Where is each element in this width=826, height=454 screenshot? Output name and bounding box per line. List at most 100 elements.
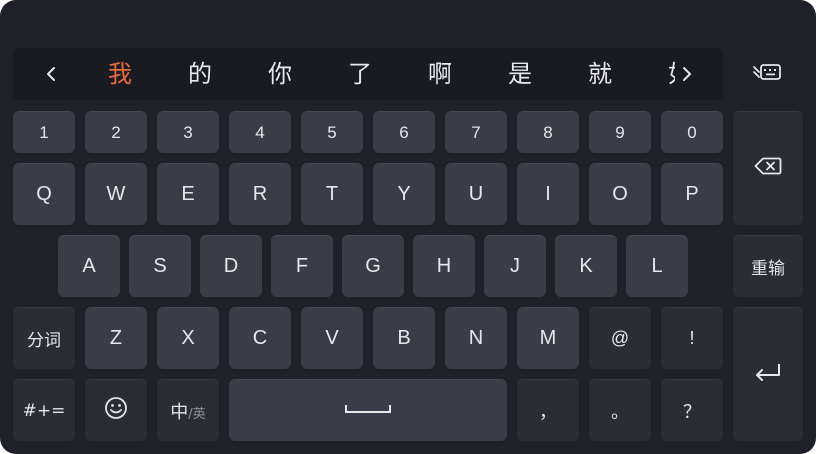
key-3[interactable]: 3 bbox=[157, 111, 219, 153]
backspace-icon bbox=[754, 157, 782, 180]
keyboard: 我 的 你 了 啊 是 就 如 1 2 bbox=[0, 0, 816, 454]
key-label: V bbox=[325, 327, 339, 349]
keyboard-hide-icon bbox=[750, 62, 782, 87]
key-g[interactable]: G bbox=[342, 235, 404, 297]
key-0[interactable]: 0 bbox=[661, 111, 723, 153]
key-comma[interactable]: ， bbox=[517, 379, 579, 441]
key-label: K bbox=[579, 255, 593, 277]
backspace-button[interactable] bbox=[733, 111, 803, 225]
key-w[interactable]: W bbox=[85, 163, 147, 225]
key-label: L bbox=[651, 255, 663, 277]
key-z[interactable]: Z bbox=[85, 307, 147, 369]
key-label: N bbox=[468, 327, 484, 349]
key-label: P bbox=[685, 183, 699, 205]
key-label: Q bbox=[36, 183, 52, 205]
reinput-button[interactable]: 重输 bbox=[733, 235, 803, 297]
key-label: 0 bbox=[687, 122, 697, 142]
key-x[interactable]: X bbox=[157, 307, 219, 369]
key-label: C bbox=[252, 327, 268, 349]
key-7[interactable]: 7 bbox=[445, 111, 507, 153]
key-label: 2 bbox=[111, 122, 121, 142]
key-q[interactable]: Q bbox=[13, 163, 75, 225]
key-n[interactable]: N bbox=[445, 307, 507, 369]
key-label: 7 bbox=[471, 122, 481, 142]
key-label: Z bbox=[109, 327, 123, 349]
key-label: T bbox=[325, 183, 339, 205]
candidate-word[interactable]: 你 bbox=[258, 58, 302, 90]
space-bar-icon bbox=[344, 401, 392, 420]
hide-keyboard-button[interactable] bbox=[744, 54, 788, 94]
key-d[interactable]: D bbox=[200, 235, 262, 297]
candidate-word[interactable]: 的 bbox=[178, 58, 222, 90]
key-2[interactable]: 2 bbox=[85, 111, 147, 153]
key-5[interactable]: 5 bbox=[301, 111, 363, 153]
emoji-button[interactable] bbox=[85, 379, 147, 441]
key-label: 4 bbox=[255, 122, 265, 142]
candidate-word[interactable]: 就 bbox=[578, 58, 622, 90]
key-label: M bbox=[539, 327, 557, 349]
candidate-word[interactable]: 是 bbox=[498, 58, 542, 90]
key-label: W bbox=[106, 183, 126, 205]
key-s[interactable]: S bbox=[129, 235, 191, 297]
candidate-list: 我 的 你 了 啊 是 就 如 bbox=[13, 48, 723, 100]
key-o[interactable]: O bbox=[589, 163, 651, 225]
key-8[interactable]: 8 bbox=[517, 111, 579, 153]
smiley-icon bbox=[104, 396, 128, 425]
key-label: #+= bbox=[22, 400, 66, 421]
key-label: U bbox=[468, 183, 484, 205]
key-v[interactable]: V bbox=[301, 307, 363, 369]
key-y[interactable]: Y bbox=[373, 163, 435, 225]
key-label: X bbox=[181, 327, 195, 349]
key-b[interactable]: B bbox=[373, 307, 435, 369]
key-label: G bbox=[365, 255, 381, 277]
key-p[interactable]: P bbox=[661, 163, 723, 225]
key-f[interactable]: F bbox=[271, 235, 333, 297]
key-i[interactable]: I bbox=[517, 163, 579, 225]
key-label: 3 bbox=[183, 122, 193, 142]
key-r[interactable]: R bbox=[229, 163, 291, 225]
symbols-button[interactable]: #+= bbox=[13, 379, 75, 441]
language-toggle-button[interactable]: 中/英 bbox=[157, 379, 219, 441]
key-label: J bbox=[510, 255, 520, 277]
key-t[interactable]: T bbox=[301, 163, 363, 225]
key-exclamation[interactable]: ! bbox=[661, 307, 723, 369]
key-k[interactable]: K bbox=[555, 235, 617, 297]
segment-button[interactable]: 分词 bbox=[13, 307, 75, 369]
space-bar[interactable] bbox=[229, 379, 507, 441]
key-label: 1 bbox=[39, 122, 49, 142]
key-label: 6 bbox=[399, 122, 409, 142]
candidate-word[interactable]: 啊 bbox=[418, 58, 462, 90]
key-4[interactable]: 4 bbox=[229, 111, 291, 153]
candidate-word[interactable]: 了 bbox=[338, 58, 382, 90]
english-label: /英 bbox=[188, 406, 206, 422]
key-label: B bbox=[397, 327, 411, 349]
candidate-bar: 我 的 你 了 啊 是 就 如 bbox=[13, 48, 723, 100]
key-1[interactable]: 1 bbox=[13, 111, 75, 153]
chevron-right-icon[interactable] bbox=[675, 62, 699, 86]
key-label: ？ bbox=[683, 401, 701, 422]
key-6[interactable]: 6 bbox=[373, 111, 435, 153]
key-label: E bbox=[181, 183, 195, 205]
key-question[interactable]: ？ bbox=[661, 379, 723, 441]
key-h[interactable]: H bbox=[413, 235, 475, 297]
enter-button[interactable] bbox=[733, 307, 803, 441]
key-u[interactable]: U bbox=[445, 163, 507, 225]
key-j[interactable]: J bbox=[484, 235, 546, 297]
key-9[interactable]: 9 bbox=[589, 111, 651, 153]
candidate-word[interactable]: 我 bbox=[98, 58, 142, 90]
key-period[interactable]: 。 bbox=[589, 379, 651, 441]
key-c[interactable]: C bbox=[229, 307, 291, 369]
key-a[interactable]: A bbox=[58, 235, 120, 297]
key-label: 重输 bbox=[751, 259, 785, 279]
key-label: ! bbox=[689, 328, 695, 348]
key-label: O bbox=[612, 183, 628, 205]
key-e[interactable]: E bbox=[157, 163, 219, 225]
key-at[interactable]: @ bbox=[589, 307, 651, 369]
chevron-left-icon[interactable] bbox=[39, 62, 63, 86]
key-l[interactable]: L bbox=[626, 235, 688, 297]
key-m[interactable]: M bbox=[517, 307, 579, 369]
key-label: 5 bbox=[327, 122, 337, 142]
key-label: H bbox=[436, 255, 452, 277]
key-label: S bbox=[153, 255, 167, 277]
key-label: 9 bbox=[615, 122, 625, 142]
